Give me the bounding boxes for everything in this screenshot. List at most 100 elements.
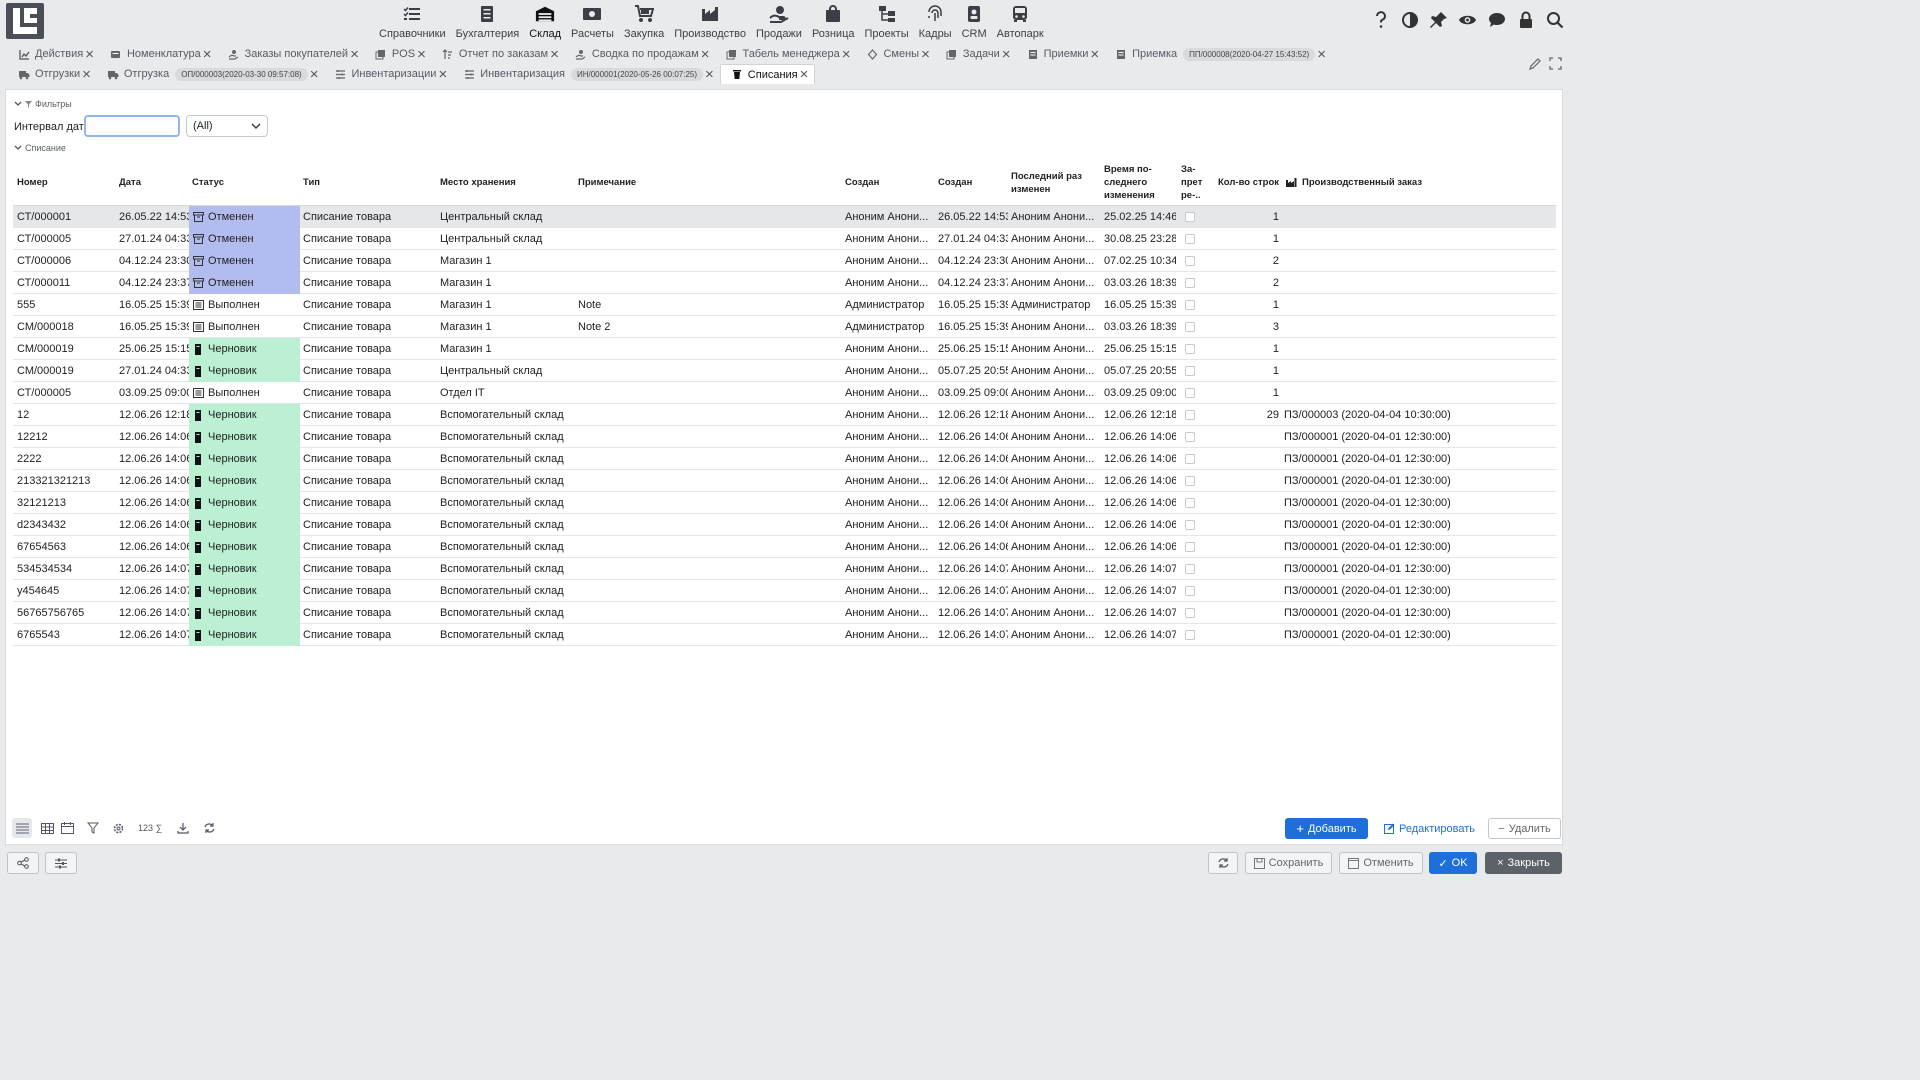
delete-button[interactable]: − Удалить (1488, 818, 1561, 839)
expand-icon[interactable] (1548, 56, 1562, 70)
table-row[interactable]: 56765756765 12.06.26 14:07 Черновик Списани… (13, 602, 1556, 624)
close-icon[interactable]: × (417, 47, 426, 62)
close-button[interactable]: × Закрыть (1485, 852, 1562, 874)
tab-write-offs[interactable]: Списания × (719, 64, 816, 84)
edit-lock-checkbox[interactable] (1185, 277, 1195, 288)
calendar-icon[interactable] (57, 818, 77, 838)
column-header-modified-at[interactable]: Время по- следнего изменения (1104, 159, 1172, 206)
filter-icon[interactable] (83, 818, 103, 838)
tab-sales-summary[interactable]: Сводка по продажам × (565, 44, 716, 64)
edit-lock-checkbox[interactable] (1185, 585, 1195, 596)
edit-lock-checkbox[interactable] (1185, 343, 1195, 354)
column-header-note[interactable]: Примечание (578, 159, 838, 206)
period-select[interactable]: (All) (186, 115, 268, 137)
edit-lock-checkbox[interactable] (1185, 299, 1195, 310)
nav-item-projects[interactable]: Проекты (859, 0, 913, 42)
nav-item-references[interactable]: Справочники (374, 0, 451, 42)
edit-lock-checkbox[interactable] (1185, 497, 1195, 508)
close-icon[interactable]: × (705, 67, 714, 82)
table-row[interactable]: СТ/000011 04.12.24 23:37 Отменен Списание т… (13, 272, 1556, 294)
table-row[interactable]: d2343432 12.06.26 14:06 Черновик Списание т… (13, 514, 1556, 536)
close-icon[interactable]: × (350, 47, 359, 62)
list-section-header[interactable]: Списание (14, 143, 66, 153)
edit-lock-checkbox[interactable] (1185, 255, 1195, 266)
cancel-button[interactable]: Отменить (1339, 852, 1423, 874)
edit-button[interactable]: Редактировать (1384, 818, 1475, 839)
edit-lock-checkbox[interactable] (1185, 519, 1195, 530)
nav-item-hr[interactable]: Кадры (914, 0, 957, 42)
eye-icon[interactable] (1458, 10, 1477, 29)
table-row[interactable]: 213321321213 12.06.26 14:06 Черновик Списан… (13, 470, 1556, 492)
table-row[interactable]: y454645 12.06.26 14:07 Черновик Списание то… (13, 580, 1556, 602)
close-icon[interactable]: × (1002, 47, 1011, 62)
column-header-storage[interactable]: Место хранения (440, 159, 575, 206)
save-button[interactable]: Сохранить (1245, 852, 1332, 874)
close-icon[interactable]: × (800, 67, 809, 82)
table-row[interactable]: 12 12.06.26 12:18 Черновик Списание товара В… (13, 404, 1556, 426)
tab-receipt-document[interactable]: Приемка ПП/000008(2020-04-27 15:43:52) × (1105, 44, 1332, 64)
tab-manager-timesheet[interactable]: Табель менеджера × (715, 44, 856, 64)
table-row[interactable]: СМ/000018 16.05.25 15:39 Выполнен Списание … (13, 316, 1556, 338)
tab-orders-report[interactable]: Отчет по заказам × (432, 44, 565, 64)
edit-lock-checkbox[interactable] (1185, 387, 1195, 398)
tab-tasks[interactable]: Задачи × (936, 44, 1017, 64)
column-header-number[interactable]: Номер (17, 159, 117, 206)
table-row[interactable]: 32121213 12.06.26 14:06 Черновик Списание т… (13, 492, 1556, 514)
column-header-status[interactable]: Статус (192, 159, 300, 206)
edit-lock-checkbox[interactable] (1185, 365, 1195, 376)
grid-view-icon[interactable] (37, 818, 57, 838)
table-row[interactable]: СТ/000005 27.01.24 04:33 Отменен Списание т… (13, 228, 1556, 250)
nav-item-settlements[interactable]: Расчеты (566, 0, 619, 42)
table-row[interactable]: 2222 12.06.26 14:06 Черновик Списание товар… (13, 448, 1556, 470)
nav-item-accounting[interactable]: Бухгалтерия (451, 0, 525, 42)
edit-lock-checkbox[interactable] (1185, 453, 1195, 464)
column-header-type[interactable]: Тип (303, 159, 438, 206)
download-icon[interactable] (173, 818, 193, 838)
gear-icon[interactable] (108, 818, 128, 838)
tab-receipts[interactable]: Приемки × (1017, 44, 1106, 64)
column-header-edit-lock[interactable]: За- прет ре-.. (1181, 159, 1211, 206)
chat-icon[interactable] (1487, 10, 1506, 29)
filters-section-header[interactable]: Фильтры (14, 99, 72, 109)
table-row[interactable]: СТ/000006 04.12.24 23:30 Отменен Списание т… (13, 250, 1556, 272)
column-header-modified-by[interactable]: Последний раз изменен (1011, 159, 1095, 206)
nav-item-sales[interactable]: Продажи (751, 0, 807, 42)
close-icon[interactable]: × (701, 47, 710, 62)
list-view-icon[interactable] (12, 818, 32, 838)
app-logo[interactable] (6, 3, 44, 39)
table-row[interactable]: 6765543 12.06.26 14:07 Черновик Списание то… (13, 624, 1556, 646)
tab-inventories[interactable]: Инвентаризации × (324, 64, 453, 84)
tab-shipments[interactable]: Отгрузки × (8, 64, 97, 84)
column-header-production-order[interactable]: Производственный заказ (1286, 159, 1546, 206)
edit-lock-checkbox[interactable] (1185, 475, 1195, 486)
nav-item-crm[interactable]: CRM (957, 0, 992, 42)
nav-item-fleet[interactable]: Автопарк (992, 0, 1049, 42)
tab-customer-orders[interactable]: Заказы покупателей × (218, 44, 365, 64)
pin-icon[interactable] (1429, 10, 1448, 29)
nav-item-production[interactable]: Производство (669, 0, 751, 42)
add-button[interactable]: + Добавить (1285, 818, 1368, 839)
edit-lock-checkbox[interactable] (1185, 233, 1195, 244)
tab-actions[interactable]: Действия × (8, 44, 100, 64)
table-row[interactable]: СМ/000019 25.06.25 15:15 Черновик Списание … (13, 338, 1556, 360)
ok-button[interactable]: ✓ OK (1429, 852, 1477, 874)
table-row[interactable]: 12212 12.06.26 14:06 Черновик Списание това… (13, 426, 1556, 448)
count-sum-toggle[interactable]: 123 ∑ (134, 818, 166, 838)
tab-shifts[interactable]: Смены × (856, 44, 935, 64)
edit-lock-checkbox[interactable] (1185, 563, 1195, 574)
column-header-line-count[interactable]: Кол-во строк (1218, 159, 1282, 206)
nav-item-warehouse[interactable]: Склад (524, 0, 566, 42)
tab-shipment-document[interactable]: Отгрузка ОП/000003(2020-03-30 09:57:08) × (97, 64, 325, 84)
table-row[interactable]: СТ/000001 26.05.22 14:53 Отменен Списание т… (13, 206, 1556, 228)
refresh-button[interactable] (1208, 852, 1238, 874)
close-icon[interactable]: × (203, 47, 212, 62)
column-header-created-by[interactable]: Создан (845, 159, 935, 206)
close-icon[interactable]: × (842, 47, 851, 62)
table-row[interactable]: 67654563 12.06.26 14:06 Черновик Списание т… (13, 536, 1556, 558)
close-icon[interactable]: × (85, 47, 94, 62)
table-row[interactable]: 555 16.05.25 15:39 Выполнен Списание товара… (13, 294, 1556, 316)
edit-lock-checkbox[interactable] (1185, 321, 1195, 332)
pencil-icon[interactable] (1528, 56, 1542, 70)
close-icon[interactable]: × (438, 67, 447, 82)
tab-nomenclature[interactable]: Номенклатура × (100, 44, 218, 64)
